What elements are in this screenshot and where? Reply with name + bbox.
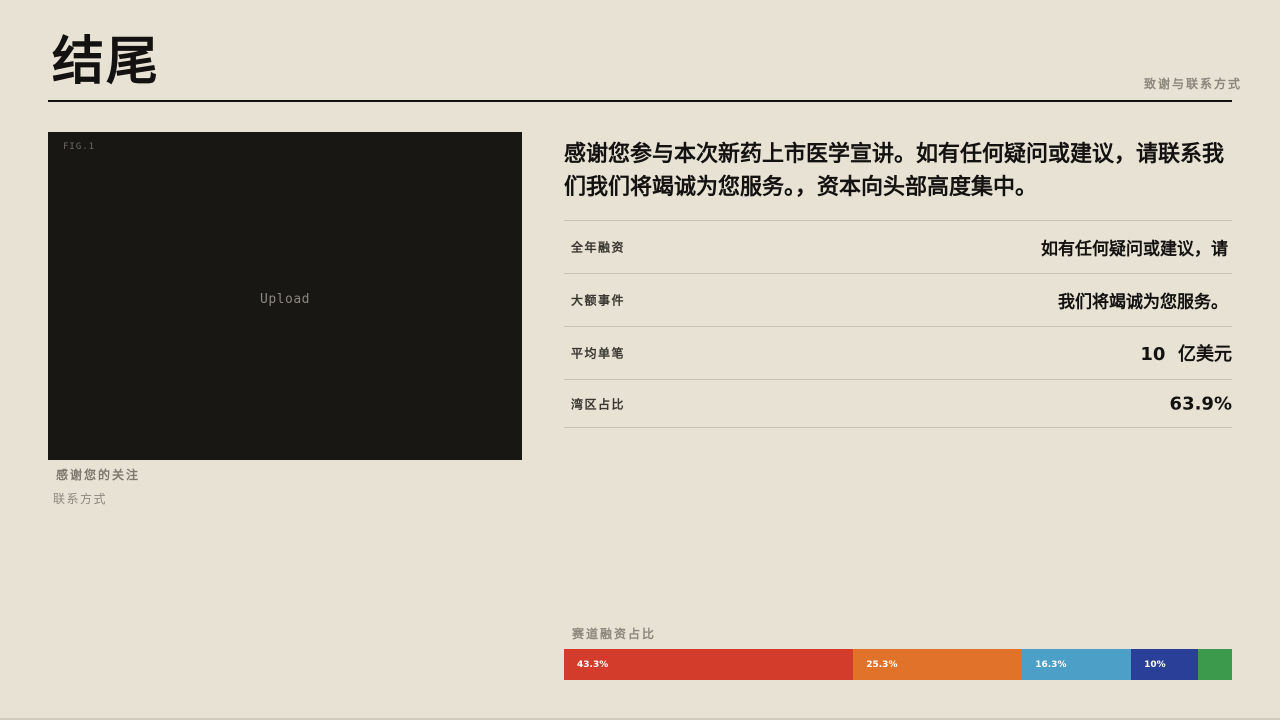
stats-row: 大额事件 我们将竭诚为您服务。 — [564, 274, 1232, 327]
share-bar-title: 赛道融资占比 — [572, 627, 657, 641]
stats-row: 湾区占比 63.9% — [564, 380, 1232, 428]
stats-key: 全年融资 — [571, 240, 626, 255]
stats-value: 63.9% — [1169, 393, 1232, 414]
section-tag: 致谢与联系方式 — [1143, 77, 1242, 91]
figure-caption: 感谢您的关注 — [56, 468, 141, 482]
image-placeholder[interactable]: FIG.1 Upload — [48, 132, 522, 460]
stats-key: 平均单笔 — [571, 346, 626, 361]
stats-key: 湾区占比 — [571, 397, 626, 411]
stats-key: 大额事件 — [571, 293, 626, 308]
stats-value: 10 亿美元 — [1140, 344, 1232, 365]
figure-caption-sub: 联系方式 — [53, 492, 108, 506]
share-bar: 43.3% 25.3% 16.3% 10% — [564, 649, 1232, 680]
stats-value: 我们将竭诚为您服务。 — [1058, 292, 1228, 313]
stats-table: 全年融资 如有任何疑问或建议，请 大额事件 我们将竭诚为您服务。 平均单笔 10… — [564, 220, 1232, 428]
slide: 结尾 致谢与联系方式 FIG.1 Upload 感谢您的关注 联系方式 感谢您参… — [0, 0, 1280, 720]
stats-value: 如有任何疑问或建议，请 — [1041, 239, 1228, 260]
share-segment — [1197, 649, 1232, 680]
share-segment: 43.3% — [564, 649, 854, 680]
stats-row: 全年融资 如有任何疑问或建议，请 — [564, 221, 1232, 274]
share-segment-label: 25.3% — [866, 659, 898, 670]
figure-label: FIG.1 — [63, 142, 96, 152]
upload-label[interactable]: Upload — [48, 292, 522, 307]
lead-paragraph: 感谢您参与本次新药上市医学宣讲。如有任何疑问或建议，请联系我们我们将竭诚为您服务… — [564, 142, 1225, 200]
share-segment: 10% — [1131, 649, 1198, 680]
share-segment: 16.3% — [1022, 649, 1132, 680]
share-segment-label: 16.3% — [1035, 659, 1067, 670]
page-title: 结尾 — [52, 32, 161, 92]
stats-row: 平均单笔 10 亿美元 — [564, 327, 1232, 380]
header-divider — [48, 100, 1232, 102]
share-segment-label: 10% — [1144, 659, 1166, 670]
share-segment-label: 43.3% — [577, 659, 609, 670]
share-segment: 25.3% — [853, 649, 1023, 680]
